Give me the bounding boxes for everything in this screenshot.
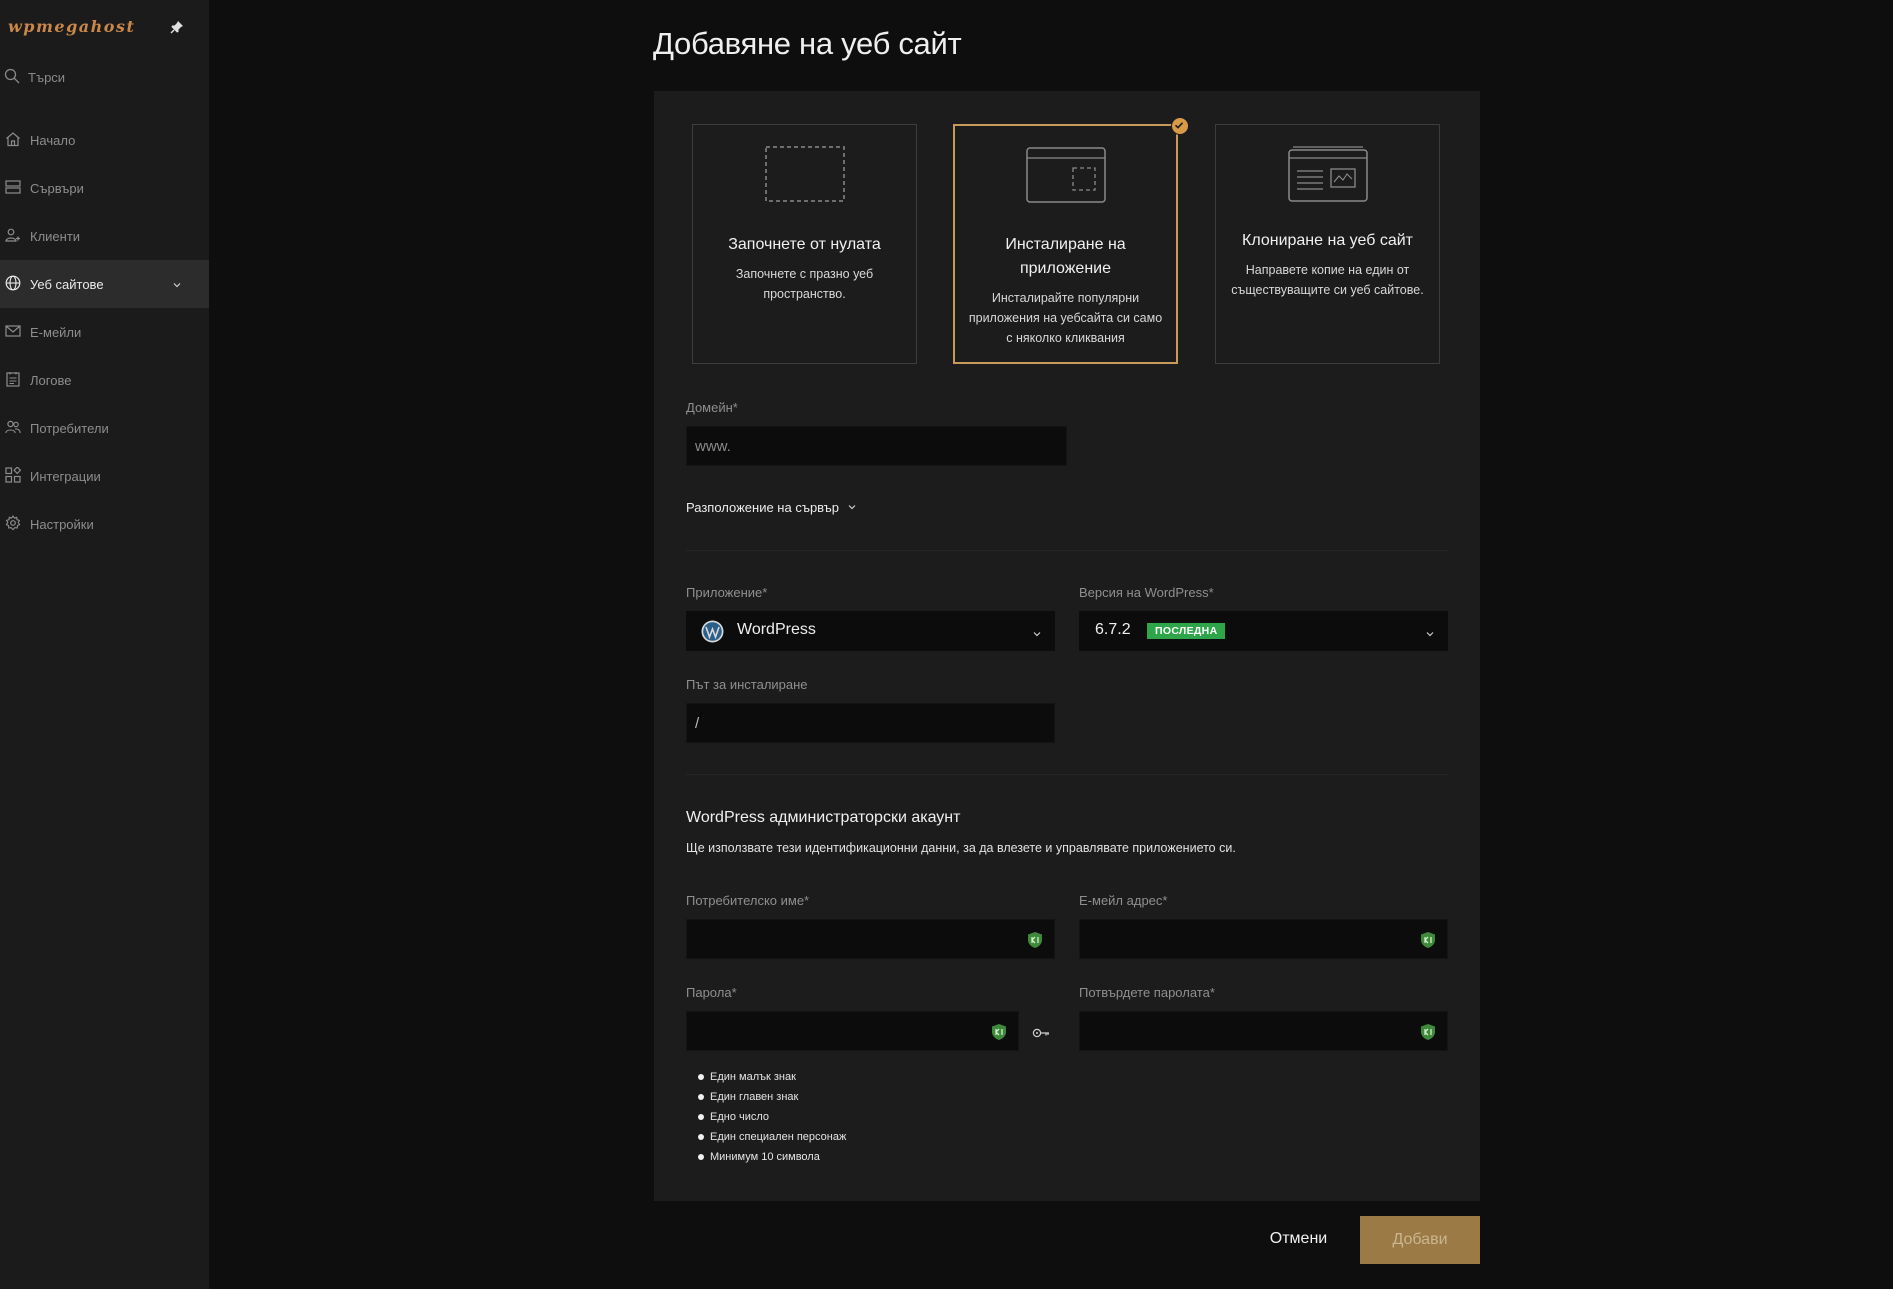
checkmark-icon: [1171, 117, 1189, 135]
card-description: Започнете с празно уеб пространство.: [735, 267, 874, 301]
sidebar-item-label: Логове: [30, 372, 72, 388]
card-start-from-scratch[interactable]: Започнете от нулата Започнете с празно у…: [692, 124, 917, 364]
install-path-input[interactable]: /: [686, 703, 1055, 743]
chevron-down-icon: [1425, 626, 1435, 644]
chevron-down-icon: [172, 278, 182, 293]
add-button[interactable]: Добави: [1360, 1216, 1480, 1264]
sidebar-item-label: Настройки: [30, 516, 94, 532]
install-path-value: /: [695, 715, 700, 732]
sidebar-item-label: Сървъри: [30, 180, 84, 196]
username-label: Потребителско име*: [686, 893, 810, 908]
pin-icon[interactable]: [170, 20, 184, 34]
globe-icon: [5, 275, 21, 294]
card-clone-website[interactable]: Клониране на уеб сайт Направете копие на…: [1215, 124, 1440, 364]
sidebar-item-emails[interactable]: Е-мейли: [0, 308, 209, 356]
password-requirements: Един малък знак Един главен знак Едно чи…: [698, 1067, 846, 1167]
password-manager-shield-icon[interactable]: [1420, 1023, 1436, 1041]
chevron-down-icon: [1032, 626, 1042, 644]
admin-account-description: Ще използвате тези идентификационни данн…: [686, 841, 1236, 855]
clone-site-icon: [1287, 145, 1369, 208]
home-icon: [5, 131, 21, 150]
password-rule: Едно число: [698, 1107, 846, 1127]
browser-window-icon: [1025, 146, 1107, 209]
clients-icon: [5, 227, 21, 246]
sidebar-item-users[interactable]: Потребители: [0, 404, 209, 452]
password-manager-shield-icon[interactable]: [1420, 931, 1436, 949]
sidebar-search[interactable]: Търси: [4, 66, 65, 88]
card-description: Направете копие на един от съществуващит…: [1231, 263, 1424, 297]
sidebar-item-integrations[interactable]: Интеграции: [0, 452, 209, 500]
confirm-password-label: Потвърдете паролата*: [1079, 985, 1215, 1000]
password-manager-shield-icon[interactable]: [1027, 931, 1043, 949]
password-rule: Един главен знак: [698, 1087, 846, 1107]
latest-badge: ПОСЛЕДНА: [1147, 623, 1226, 639]
wp-version-select[interactable]: 6.7.2 ПОСЛЕДНА: [1079, 611, 1448, 651]
sidebar-item-label: Потребители: [30, 420, 109, 436]
mail-icon: [5, 323, 21, 342]
wordpress-logo-icon: [701, 620, 724, 648]
application-value: WordPress: [737, 621, 816, 638]
users-icon: [5, 419, 21, 438]
sidebar-item-home[interactable]: Начало: [0, 116, 209, 164]
divider: [686, 550, 1448, 551]
sidebar-item-websites[interactable]: Уеб сайтове: [0, 260, 209, 308]
sidebar-item-label: Начало: [30, 132, 76, 148]
email-input[interactable]: [1079, 919, 1448, 959]
sidebar-item-clients[interactable]: Клиенти: [0, 212, 209, 260]
logs-icon: [5, 371, 21, 390]
confirm-password-input[interactable]: [1079, 1011, 1448, 1051]
sidebar: wpmegahost Търси Начало Сървъри Клиенти …: [0, 0, 209, 1289]
search-placeholder: Търси: [28, 69, 66, 85]
chevron-down-icon: [847, 500, 857, 515]
divider: [686, 774, 1448, 775]
server-location-toggle[interactable]: Разположение на сървър: [686, 500, 857, 515]
install-path-label: Път за инсталиране: [686, 677, 808, 692]
wp-version-value: 6.7.2: [1095, 621, 1131, 638]
password-rule: Един малък знак: [698, 1067, 846, 1087]
sidebar-item-label: Е-мейли: [30, 324, 82, 340]
card-title: Инсталиране на приложение: [1005, 236, 1126, 277]
cancel-button[interactable]: Отмени: [1254, 1215, 1343, 1263]
sidebar-item-label: Интеграции: [30, 468, 101, 484]
domain-input[interactable]: www.: [686, 426, 1067, 466]
search-icon: [4, 68, 20, 87]
card-title: Започнете от нулата: [728, 236, 881, 253]
password-manager-shield-icon[interactable]: [991, 1023, 1007, 1041]
gear-icon: [5, 514, 21, 534]
sidebar-item-logs[interactable]: Логове: [0, 356, 209, 404]
card-description: Инсталирайте популярни приложения на уеб…: [968, 291, 1163, 345]
password-label: Парола*: [686, 985, 737, 1000]
card-title: Клониране на уеб сайт: [1242, 232, 1413, 249]
application-select[interactable]: WordPress: [686, 611, 1055, 651]
sidebar-item-label: Клиенти: [30, 228, 81, 244]
application-label: Приложение*: [686, 585, 768, 600]
email-label: Е-мейл адрес*: [1079, 893, 1168, 908]
domain-label: Домейн*: [686, 400, 738, 415]
domain-prefix: www.: [695, 438, 731, 455]
generate-password-key-icon[interactable]: [1032, 1026, 1050, 1044]
wp-version-label: Версия на WordPress*: [1079, 585, 1214, 600]
sidebar-item-label: Уеб сайтове: [30, 276, 104, 292]
password-input[interactable]: [686, 1011, 1019, 1051]
server-icon: [5, 179, 21, 198]
integrations-icon: [5, 465, 22, 486]
username-input[interactable]: [686, 919, 1055, 959]
server-location-label: Разположение на сървър: [686, 500, 839, 515]
blank-page-icon: [764, 145, 846, 208]
password-rule: Един специален персонаж: [698, 1127, 846, 1147]
sidebar-item-servers[interactable]: Сървъри: [0, 164, 209, 212]
page-title: Добавяне на уеб сайт: [653, 26, 962, 61]
logo: wpmegahost: [8, 17, 136, 36]
password-rule: Минимум 10 символа: [698, 1147, 846, 1167]
sidebar-item-settings[interactable]: Настройки: [0, 500, 209, 548]
card-install-application[interactable]: Инсталиране на приложение Инсталирайте п…: [953, 124, 1178, 364]
admin-account-heading: WordPress администраторски акаунт: [686, 809, 961, 826]
